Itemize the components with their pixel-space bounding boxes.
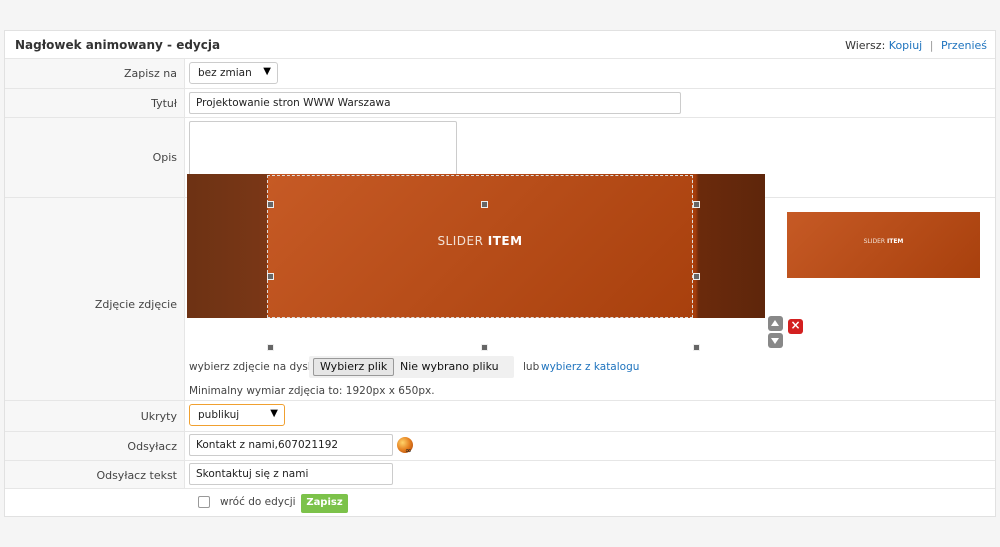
link-input[interactable]: Kontakt z nami,607021192	[189, 434, 393, 456]
or-text: lub	[523, 361, 540, 373]
row-link: Odsyłacz	[5, 432, 995, 461]
crop-handle-bm[interactable]	[481, 344, 488, 351]
caret-down-icon: ▼	[263, 66, 271, 77]
return-to-edit-checkbox[interactable]	[198, 496, 210, 508]
separator: |	[929, 39, 934, 52]
link-text-input[interactable]: Skontaktuj się z nami	[189, 463, 393, 485]
close-icon: ×	[790, 318, 801, 332]
file-picker: Wybierz plik Nie wybrano pliku	[309, 356, 514, 378]
save-button[interactable]: Zapisz	[301, 494, 348, 513]
choose-disk-label: wybierz zdjęcie na dysku	[189, 361, 321, 373]
page-title: Nagłowek animowany - edycja	[15, 38, 221, 52]
image-label: Zdjęcie zdjęcie	[94, 298, 177, 311]
delete-image-button[interactable]: ×	[788, 318, 803, 334]
crop-handle-tl[interactable]	[267, 201, 274, 208]
link-label: Odsyłacz	[127, 440, 177, 453]
move-link[interactable]: Przenieś	[941, 39, 987, 52]
row-hidden: Ukryty	[5, 401, 995, 432]
choose-file-button[interactable]: Wybierz plik	[313, 358, 395, 376]
description-label: Opis	[152, 151, 177, 164]
crop-handle-ml[interactable]	[267, 273, 274, 280]
crop-handle-br[interactable]	[693, 344, 700, 351]
min-size-note: Minimalny wymiar zdjęcia to: 1920px x 65…	[189, 385, 435, 397]
row-save-to: Zapisz na	[5, 59, 995, 89]
title-input[interactable]: Projektowanie stron WWW Warszawa	[189, 92, 681, 114]
move-up-button[interactable]	[768, 316, 783, 331]
return-to-edit-label: wróć do edycji	[220, 496, 296, 508]
crop-handle-tm[interactable]	[481, 201, 488, 208]
hidden-select[interactable]: publikuj ▼	[189, 404, 285, 426]
title-label: Tytuł	[151, 97, 177, 110]
save-to-label: Zapisz na	[123, 67, 177, 80]
slider-text: SLIDER ITEM	[437, 234, 523, 248]
row-link-text: Odsyłacz tekst	[5, 461, 995, 489]
catalog-link[interactable]: wybierz z katalogu	[541, 361, 639, 373]
save-to-select[interactable]: bez zmian ▼	[189, 62, 278, 84]
panel-header: Nagłowek animowany - edycja Wiersz: Kopi…	[5, 31, 995, 59]
slider-thumbnail: SLIDER ITEM	[787, 212, 980, 278]
caret-down-icon: ▼	[270, 408, 278, 419]
row-actions: Wiersz: Kopiuj | Przenieś	[845, 39, 987, 52]
move-down-button[interactable]	[768, 333, 783, 348]
triangle-up-icon	[771, 320, 779, 326]
hidden-label: Ukryty	[140, 410, 177, 423]
triangle-down-icon	[771, 338, 779, 344]
globe-link-icon[interactable]: ∞	[397, 437, 413, 455]
file-status: Nie wybrano pliku	[400, 360, 499, 373]
row-label: Wiersz:	[845, 39, 886, 52]
crop-selection[interactable]: SLIDER ITEM	[267, 175, 693, 318]
crop-handle-tr[interactable]	[693, 201, 700, 208]
link-text-label: Odsyłacz tekst	[96, 469, 177, 482]
crop-handle-mr[interactable]	[693, 273, 700, 280]
crop-handle-bl[interactable]	[267, 344, 274, 351]
copy-link[interactable]: Kopiuj	[889, 39, 922, 52]
